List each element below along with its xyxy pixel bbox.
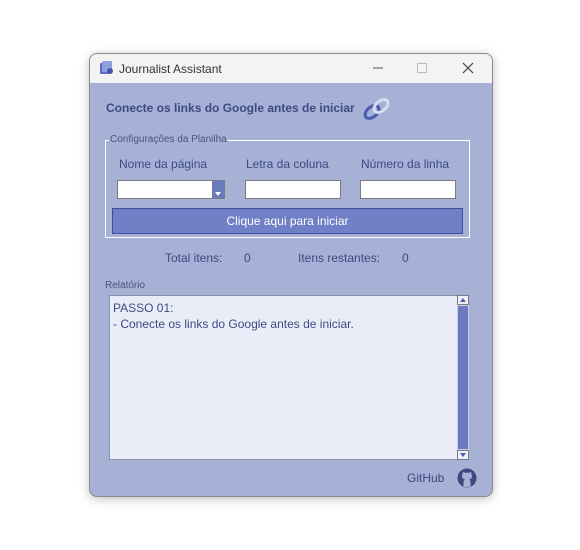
column-letter-input[interactable] [245, 180, 341, 199]
sheet-name-select[interactable] [117, 180, 225, 199]
minimize-button[interactable] [356, 54, 400, 83]
app-window: Journalist Assistant Conecte os links do… [89, 53, 493, 497]
sheet-config-legend: Configurações da Planilha [109, 134, 228, 145]
report-label: Relatório [105, 280, 146, 291]
scrollbar-thumb[interactable] [458, 306, 468, 449]
report-scrollbar[interactable] [457, 295, 469, 460]
scroll-down-icon[interactable] [457, 450, 469, 460]
remaining-items-value: 0 [402, 251, 409, 265]
start-button-label: Clique aqui para iniciar [226, 214, 349, 228]
row-number-input[interactable] [360, 180, 456, 199]
start-button[interactable]: Clique aqui para iniciar [112, 208, 463, 234]
close-button[interactable] [446, 54, 490, 83]
link-icon[interactable] [361, 96, 393, 127]
github-icon[interactable] [457, 468, 477, 493]
remaining-items-label: Itens restantes: [298, 251, 381, 265]
column-letter-label: Letra da coluna [246, 157, 329, 171]
sheet-name-label: Nome da página [119, 157, 208, 171]
title-bar: Journalist Assistant [90, 54, 492, 83]
total-items-label: Total itens: [165, 251, 223, 265]
chevron-down-icon[interactable] [212, 181, 224, 198]
window-title: Journalist Assistant [119, 62, 222, 76]
github-link[interactable]: GitHub [407, 471, 444, 485]
report-textarea[interactable]: PASSO 01: - Conecte os links do Google a… [109, 295, 459, 460]
scroll-up-icon[interactable] [457, 295, 469, 305]
report-text: PASSO 01: - Conecte os links do Google a… [113, 301, 354, 331]
app-icon [98, 60, 114, 76]
maximize-button[interactable] [400, 54, 444, 83]
total-items-value: 0 [244, 251, 251, 265]
connect-instruction: Conecte os links do Google antes de inic… [106, 101, 355, 115]
row-number-label: Número da linha [361, 157, 450, 171]
